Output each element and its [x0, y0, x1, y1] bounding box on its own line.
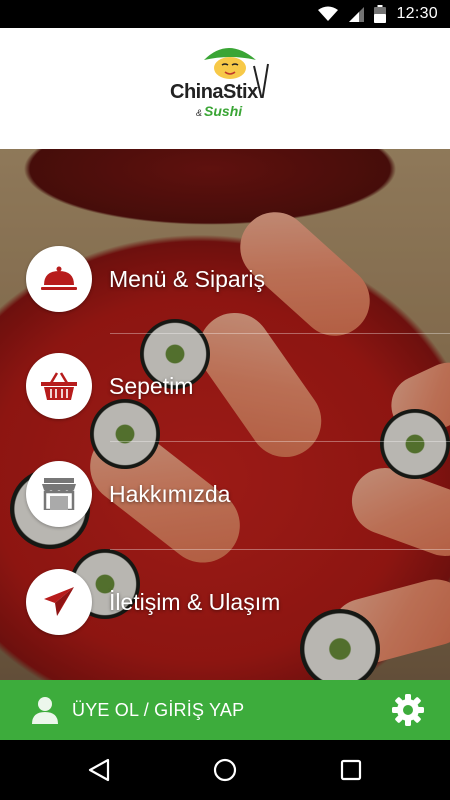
menu-item-cart[interactable]: Sepetim: [0, 332, 450, 440]
menu-icon-circle: [26, 461, 92, 527]
logo-sub: & Sushi: [196, 103, 242, 119]
menu-label: İletişim & Ulaşım: [109, 588, 281, 615]
paper-plane-icon: [44, 587, 74, 616]
menu-icon-circle: [26, 569, 92, 635]
logo[interactable]: ChinaStix & Sushi: [170, 44, 280, 134]
store-icon: [42, 478, 76, 510]
logo-text: ChinaStix: [170, 80, 258, 103]
menu-label: Hakkımızda: [109, 480, 231, 507]
menu-item-order[interactable]: Menü & Sipariş: [0, 225, 450, 333]
menu-label: Sepetim: [109, 372, 194, 399]
login-button[interactable]: ÜYE OL / GİRİŞ YAP: [30, 680, 244, 740]
menu-label: Menü & Sipariş: [109, 265, 265, 292]
status-bar: 12:30: [0, 0, 450, 28]
back-icon[interactable]: [86, 758, 112, 782]
nav-bar: [0, 740, 450, 800]
menu-item-contact[interactable]: İletişim & Ulaşım: [0, 548, 450, 656]
menu-icon-circle: [26, 246, 92, 312]
logo-amp: &: [196, 107, 203, 118]
status-time: 12:30: [396, 5, 438, 22]
bottom-bar: ÜYE OL / GİRİŞ YAP: [0, 680, 450, 740]
gear-icon[interactable]: [392, 694, 424, 726]
battery-icon: [374, 5, 387, 23]
app-header: ChinaStix & Sushi: [0, 28, 450, 149]
menu-item-about[interactable]: Hakkımızda: [0, 440, 450, 548]
signal-icon: [349, 7, 365, 22]
login-label: ÜYE OL / GİRİŞ YAP: [72, 699, 245, 720]
menu-icon-circle: [26, 353, 92, 419]
logo-sub-text: Sushi: [204, 102, 243, 119]
basket-icon: [41, 372, 77, 400]
user-icon: [32, 697, 58, 724]
recents-icon[interactable]: [338, 758, 364, 782]
status-icons: 12:30: [318, 0, 438, 28]
home-icon[interactable]: [212, 758, 238, 782]
wifi-icon: [318, 6, 339, 21]
cloche-icon: [41, 266, 77, 290]
